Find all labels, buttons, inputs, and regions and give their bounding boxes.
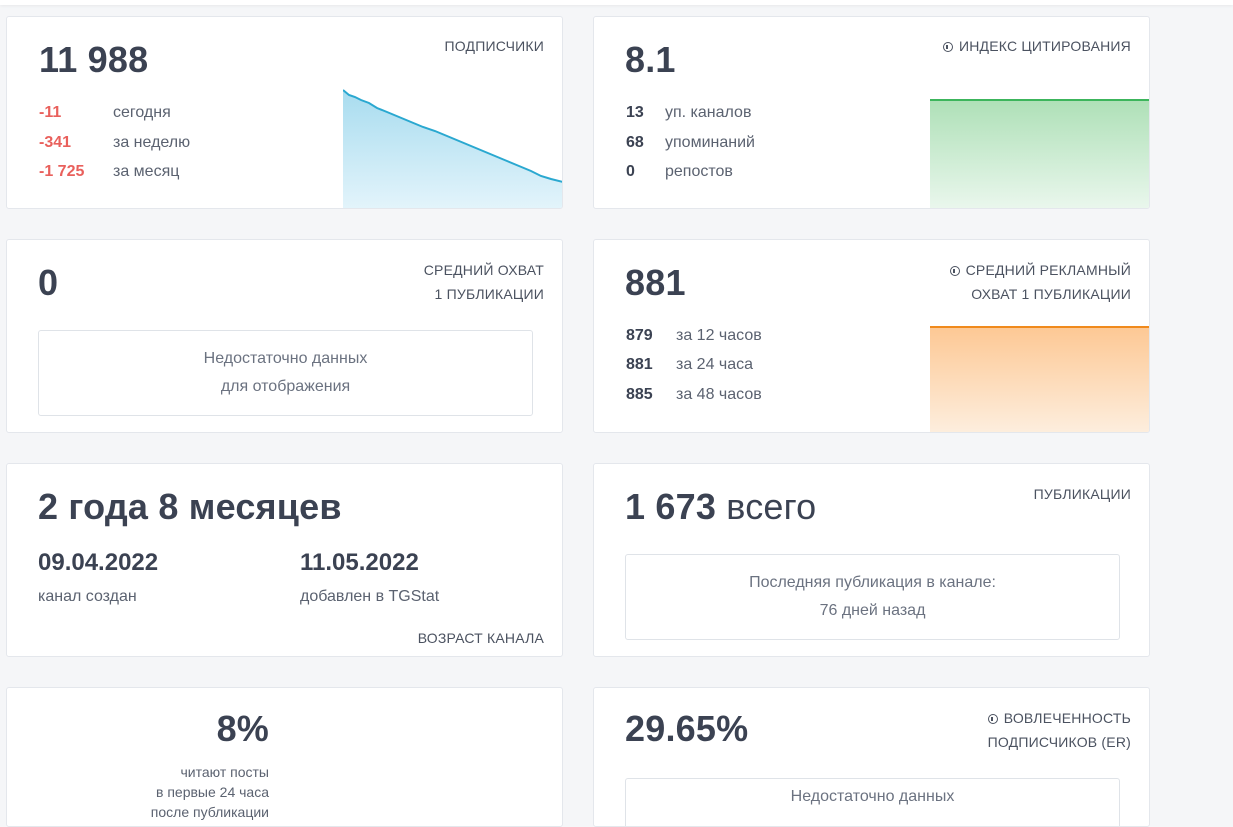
- citation-index-value: 8.1: [625, 39, 676, 80]
- read-24h-line2: в первые 24 часа: [156, 784, 269, 800]
- avg-reach-label-line1: СРЕДНИЙ ОХВАТ: [423, 262, 544, 278]
- subscribers-today-value: -11: [39, 104, 62, 121]
- publications-suffix: всего: [726, 486, 817, 527]
- citation-reposts-label: репостов: [665, 163, 733, 180]
- read-24h-card: 8% читают посты в первые 24 часа после п…: [6, 687, 563, 827]
- er-value: 29.65%: [625, 708, 749, 749]
- ad-reach-label: СРЕДНИЙ РЕКЛАМНЫЙ ОХВАТ 1 ПУБЛИКАЦИИ: [949, 258, 1131, 306]
- publications-card: 1 673 всего ПУБЛИКАЦИИ Последняя публика…: [593, 463, 1150, 657]
- ad-reach-label-line1: СРЕДНИЙ РЕКЛАМНЫЙ: [965, 262, 1131, 278]
- er-label: ВОВЛЕЧЕННОСТЬ ПОДПИСЧИКОВ (ER): [988, 706, 1131, 754]
- citation-index-label: ИНДЕКС ЦИТИРОВАНИЯ: [942, 34, 1131, 58]
- subscribers-month-label: за месяц: [113, 163, 180, 180]
- er-label-line1: ВОВЛЕЧЕННОСТЬ: [1003, 710, 1131, 726]
- avg-reach-label: СРЕДНИЙ ОХВАТ 1 ПУБЛИКАЦИИ: [424, 258, 544, 306]
- citation-mentions-label: упоминаний: [665, 134, 755, 151]
- citation-channels-label: уп. каналов: [665, 104, 752, 121]
- citation-reposts-value: 0: [626, 163, 635, 180]
- ad-reach-12h-label: за 12 часов: [676, 327, 762, 344]
- info-circle-icon[interactable]: [949, 266, 960, 276]
- citation-index-card: 8.1 ИНДЕКС ЦИТИРОВАНИЯ 13 уп. каналов 68…: [593, 16, 1150, 209]
- top-bar: [0, 0, 1233, 5]
- read-24h-description: читают посты в первые 24 часа после публ…: [151, 762, 269, 822]
- created-date: 09.04.2022: [38, 549, 159, 576]
- channel-age-label: ВОЗРАСТ КАНАЛА: [417, 630, 544, 646]
- citation-channels-value: 13: [626, 104, 644, 121]
- ad-reach-12h-value: 879: [626, 327, 653, 344]
- er-empty-line1: Недостаточно данных: [790, 788, 955, 805]
- added-label: добавлен в TGStat: [300, 588, 440, 605]
- info-circle-icon[interactable]: [942, 42, 953, 52]
- subscribers-today-label: сегодня: [113, 104, 171, 121]
- ad-reach-48h-value: 885: [626, 386, 653, 403]
- avg-reach-label-line2: 1 ПУБЛИКАЦИИ: [434, 286, 544, 302]
- er-label-line2: ПОДПИСЧИКОВ (ER): [987, 734, 1131, 750]
- subscribers-card: 11 988 ПОДПИСЧИКИ -11 сегодня -341 за не…: [6, 16, 563, 209]
- read-24h-line3: после публикации: [150, 804, 269, 820]
- citation-index-label-text: ИНДЕКС ЦИТИРОВАНИЯ: [958, 38, 1131, 54]
- ad-reach-24h-value: 881: [626, 356, 653, 373]
- ad-reach-label-line2: ОХВАТ 1 ПУБЛИКАЦИИ: [971, 286, 1131, 302]
- ad-reach-24h-label: за 24 часа: [676, 356, 754, 373]
- subscribers-month-value: -1 725: [39, 163, 85, 180]
- subscribers-sparkline: [343, 87, 562, 208]
- last-publication-box: Последняя публикация в канале: 76 дней н…: [625, 554, 1120, 640]
- citation-mentions-value: 68: [626, 134, 644, 151]
- subscribers-label: ПОДПИСЧИКИ: [444, 38, 544, 54]
- last-publication-line2: 76 дней назад: [819, 602, 926, 619]
- avg-reach-empty-box: Недостаточно данных для отображения: [38, 330, 533, 416]
- avg-reach-card: 0 СРЕДНИЙ ОХВАТ 1 ПУБЛИКАЦИИ Недостаточн…: [6, 239, 563, 433]
- avg-reach-value: 0: [38, 262, 59, 303]
- ad-reach-value: 881: [625, 262, 686, 303]
- channel-age-value: 2 года 8 месяцев: [38, 486, 342, 527]
- subscribers-week-value: -341: [39, 134, 72, 151]
- publications-label: ПУБЛИКАЦИИ: [1033, 486, 1131, 502]
- info-circle-icon[interactable]: [987, 714, 998, 724]
- created-label: канал создан: [38, 588, 137, 605]
- publications-value: 1 673 всего: [625, 486, 816, 528]
- er-card: 29.65% ВОВЛЕЧЕННОСТЬ ПОДПИСЧИКОВ (ER) Не…: [593, 687, 1150, 827]
- citation-sparkline: [930, 99, 1149, 208]
- read-24h-value: 8%: [216, 708, 269, 749]
- ad-reach-card: 881 СРЕДНИЙ РЕКЛАМНЫЙ ОХВАТ 1 ПУБЛИКАЦИИ…: [593, 239, 1150, 433]
- added-date: 11.05.2022: [300, 549, 419, 576]
- subscribers-week-label: за неделю: [113, 134, 191, 151]
- channel-age-card: 2 года 8 месяцев 09.04.2022 канал создан…: [6, 463, 563, 657]
- avg-reach-empty-line1: Недостаточно данных: [203, 350, 368, 367]
- ad-reach-48h-label: за 48 часов: [676, 386, 762, 403]
- avg-reach-empty-line2: для отображения: [220, 378, 351, 395]
- publications-count: 1 673: [625, 486, 717, 527]
- last-publication-line1: Последняя публикация в канале:: [749, 574, 996, 591]
- subscribers-count: 11 988: [39, 39, 149, 80]
- read-24h-line1: читают посты: [180, 764, 270, 780]
- er-empty-box: Недостаточно данных: [625, 778, 1120, 826]
- ad-reach-sparkline: [930, 326, 1149, 432]
